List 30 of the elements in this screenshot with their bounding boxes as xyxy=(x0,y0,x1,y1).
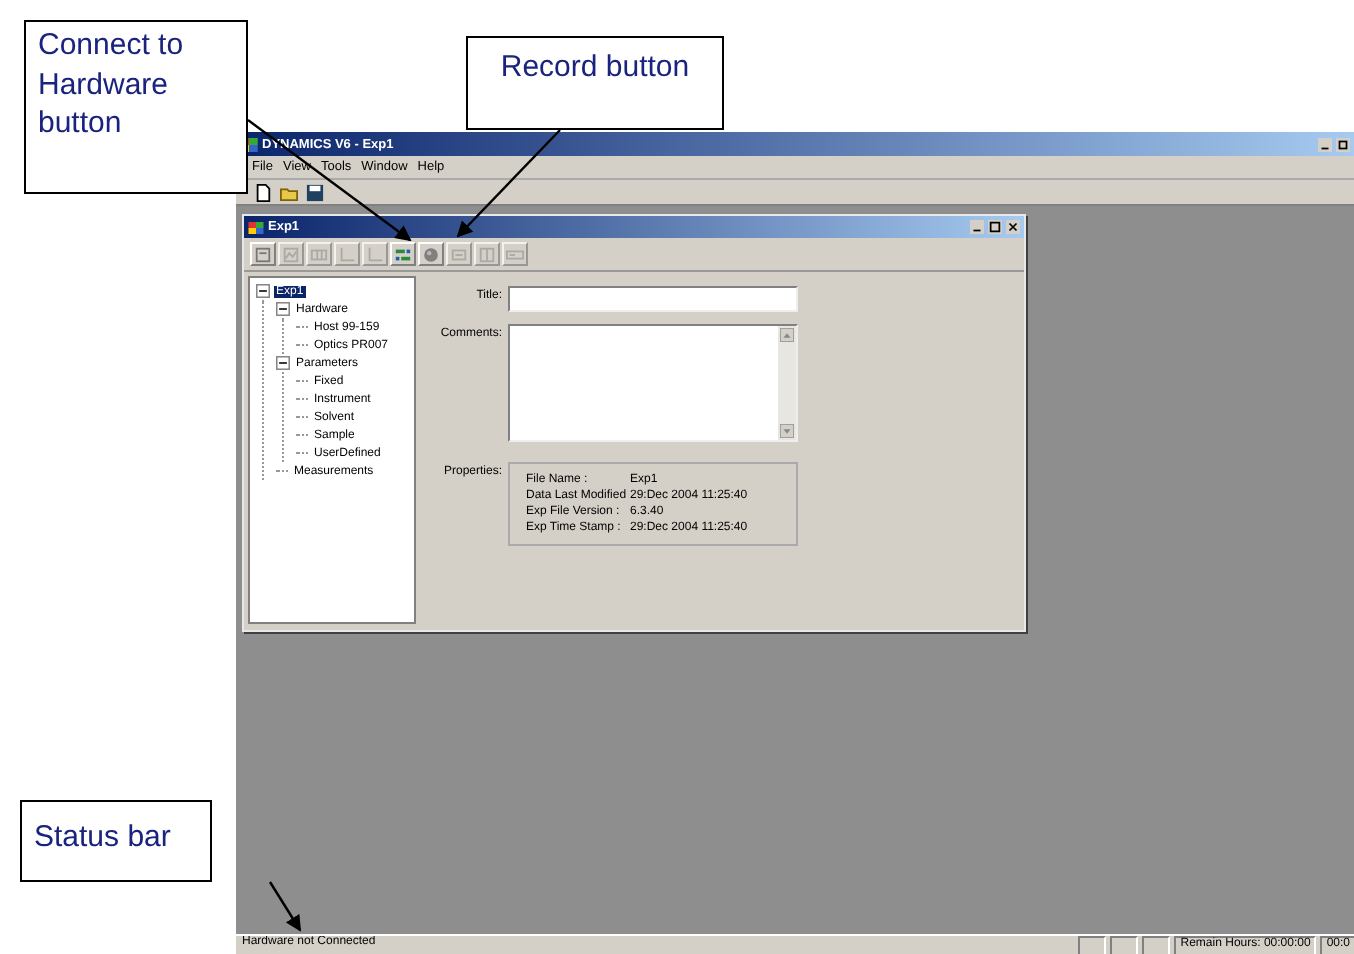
scrollbar[interactable] xyxy=(778,326,796,440)
collapse-icon[interactable] xyxy=(276,302,290,316)
callout-label: Status bar xyxy=(20,800,212,882)
list-icon xyxy=(450,245,468,263)
panel-icon xyxy=(506,245,524,263)
comments-field[interactable] xyxy=(508,324,798,442)
scroll-up-icon[interactable] xyxy=(780,328,794,342)
connect-icon xyxy=(394,245,412,263)
title-field[interactable] xyxy=(508,286,798,312)
close-icon[interactable] xyxy=(1006,220,1020,234)
record-icon xyxy=(422,245,440,263)
app-icon xyxy=(248,221,264,233)
maximize-icon[interactable] xyxy=(988,220,1002,234)
minimize-icon[interactable] xyxy=(970,220,984,234)
record-button[interactable] xyxy=(418,242,444,266)
restore-icon[interactable] xyxy=(1336,137,1350,151)
collapse-icon[interactable] xyxy=(276,356,290,370)
callout-label: Record button xyxy=(466,36,724,130)
callout-label: Connect to Hardware button xyxy=(24,20,248,194)
minimize-icon[interactable] xyxy=(1318,137,1332,151)
scroll-down-icon[interactable] xyxy=(780,424,794,438)
table-icon xyxy=(310,245,328,263)
graph-icon xyxy=(282,245,300,263)
connect-button[interactable] xyxy=(390,242,416,266)
columns-icon xyxy=(478,245,496,263)
pointer-arrow xyxy=(269,881,302,932)
document-icon xyxy=(254,245,272,263)
collapse-icon[interactable] xyxy=(256,284,270,298)
toolbar-button[interactable] xyxy=(250,242,276,266)
pointer-arrow xyxy=(456,129,561,238)
